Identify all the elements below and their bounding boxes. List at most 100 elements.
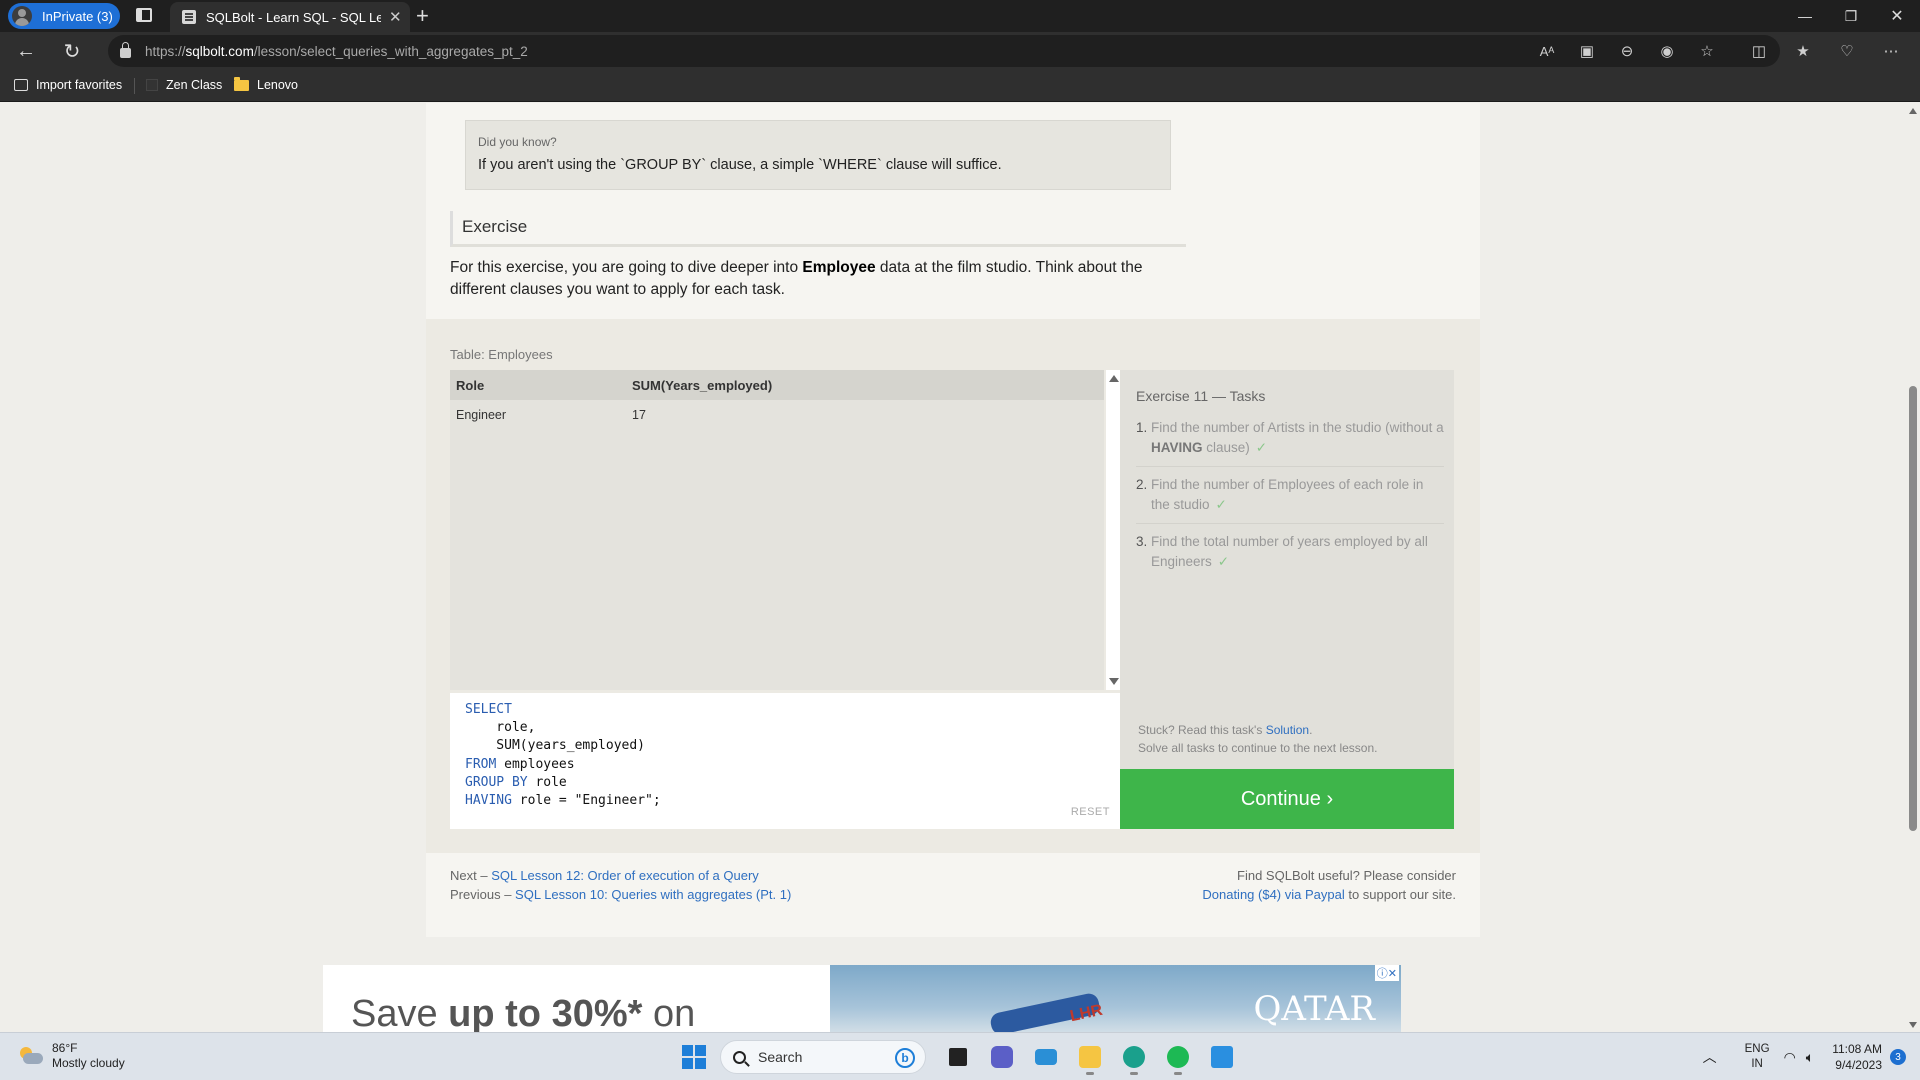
task-text: Find the number of Employees of each rol… — [1151, 477, 1424, 512]
notification-badge[interactable]: 3 — [1890, 1049, 1906, 1065]
table-cell: 17 — [632, 408, 646, 422]
taskbar-search[interactable]: Search b — [720, 1040, 926, 1074]
solve-all-note: Solve all tasks to continue to the next … — [1138, 741, 1378, 755]
ad-brand-logo: QATAR — [1253, 989, 1375, 1029]
stuck-help: Stuck? Read this task's Solution. Solve … — [1138, 723, 1378, 755]
minimize-button[interactable]: — — [1782, 0, 1828, 32]
vscode-icon[interactable] — [1204, 1039, 1240, 1075]
date: 9/4/2023 — [1835, 1058, 1882, 1072]
settings-more-icon[interactable]: ⋯ — [1880, 40, 1902, 62]
favorites-icon[interactable]: ★ — [1792, 40, 1814, 62]
url-domain: sqlbolt.com — [185, 43, 254, 59]
edge-browser-icon[interactable] — [1116, 1039, 1152, 1075]
clock[interactable]: 11:08 AM 9/4/2023 — [1832, 1041, 1882, 1073]
close-tab-icon[interactable]: ✕ — [389, 8, 402, 26]
tracking-prevention-icon[interactable]: ◉ — [1656, 40, 1678, 62]
new-tab-button[interactable]: + — [416, 3, 429, 29]
system-tray: ︿ ENG IN ◠ 🔈︎ 11:08 AM 9/4/2023 3 — [1703, 1033, 1920, 1080]
column-header: Role — [456, 377, 485, 393]
donate-note: Find SQLBolt useful? Please consider Don… — [1202, 868, 1456, 902]
lock-icon[interactable] — [120, 42, 131, 58]
browser-tab-bar: InPrivate (3) SQLBolt - Learn SQL - SQL … — [0, 0, 1920, 32]
table-row: Engineer 17 — [450, 400, 1104, 430]
favorite-label: Import favorites — [36, 78, 123, 92]
refresh-icon: ↻ — [63, 40, 81, 63]
partly-cloudy-icon — [18, 1046, 44, 1066]
next-lesson-link[interactable]: SQL Lesson 12: Order of execution of a Q… — [491, 868, 759, 883]
active-tab[interactable]: SQLBolt - Learn SQL - SQL Lesson ✕ — [170, 2, 410, 32]
search-placeholder: Search — [758, 1049, 803, 1065]
scroll-down-icon[interactable] — [1909, 1022, 1917, 1028]
favorites-divider — [134, 78, 135, 94]
inprivate-profile-button[interactable]: InPrivate (3) — [8, 3, 120, 29]
scroll-down-icon[interactable] — [1109, 678, 1119, 685]
time: 11:08 AM — [1832, 1042, 1882, 1056]
scroll-up-icon[interactable] — [1109, 375, 1119, 382]
advertisement-banner[interactable]: Save up to 30%* on LHR QATAR ⓘ✕ — [323, 965, 1401, 1032]
restore-button[interactable]: ❐ — [1828, 0, 1874, 32]
favorite-star-icon[interactable]: ☆ — [1696, 40, 1718, 62]
lesson-content: Did you know? If you aren't using the `G… — [426, 103, 1480, 937]
bing-icon[interactable]: b — [895, 1048, 915, 1068]
continue-button[interactable]: Continue › — [1120, 769, 1454, 829]
windows-start-icon[interactable] — [682, 1045, 706, 1069]
page-icon — [146, 79, 158, 91]
checkmark-icon: ✓ — [1255, 440, 1268, 455]
sql-editor[interactable]: SELECT role, SUM(years_employed) FROM em… — [450, 693, 1120, 829]
reset-button[interactable]: RESET — [1071, 803, 1110, 821]
task-item: 3. Find the total number of years employ… — [1136, 532, 1444, 580]
scroll-up-icon[interactable] — [1909, 108, 1917, 114]
url-prefix: https:// — [145, 43, 186, 59]
back-button[interactable]: ← — [10, 36, 42, 66]
refresh-button[interactable]: ↻ — [56, 36, 88, 66]
donate-link[interactable]: Donating ($4) via Paypal — [1202, 887, 1344, 902]
favorite-label: Lenovo — [257, 78, 299, 92]
address-bar[interactable]: https://sqlbolt.com/lesson/select_querie… — [108, 35, 1780, 67]
tab-actions-icon[interactable] — [136, 8, 152, 22]
split-screen-icon[interactable]: ◫ — [1748, 40, 1770, 62]
close-window-button[interactable]: ✕ — [1874, 0, 1920, 32]
browser-essentials-icon[interactable]: ♡ — [1836, 40, 1858, 62]
read-aloud-icon[interactable]: Aᴬ — [1536, 40, 1558, 62]
previous-lesson-link[interactable]: SQL Lesson 10: Queries with aggregates (… — [515, 887, 791, 902]
desktop-app-icon[interactable] — [1028, 1039, 1064, 1075]
task-view-icon[interactable] — [940, 1039, 976, 1075]
zoom-out-icon[interactable]: ⊖ — [1616, 40, 1638, 62]
table-cell: Engineer — [456, 408, 507, 422]
language-indicator[interactable]: ENG IN — [1745, 1042, 1770, 1072]
scrollbar-thumb[interactable] — [1909, 386, 1917, 831]
table-header-row: Role SUM(Years_employed) — [450, 370, 1104, 400]
weather-widget[interactable]: 86°F Mostly cloudy — [18, 1041, 125, 1071]
favorite-zen-class[interactable]: Zen Class — [146, 78, 222, 92]
immersive-reader-icon[interactable]: ▣ — [1576, 40, 1598, 62]
favorite-import[interactable]: Import favorites — [14, 78, 122, 92]
taskbar-apps: Search b — [682, 1039, 1244, 1075]
ad-choices-icon[interactable]: ⓘ✕ — [1374, 965, 1399, 981]
volume-icon[interactable]: 🔈︎ — [1806, 1049, 1814, 1066]
task-text: Find the number of Artists in the studio… — [1151, 420, 1444, 455]
tasks-title: Exercise 11 — Tasks — [1136, 388, 1266, 404]
chevron-up-icon[interactable]: ︿ — [1703, 1047, 1717, 1067]
page-scrollbar[interactable] — [1906, 103, 1920, 1032]
favorite-lenovo[interactable]: Lenovo — [234, 76, 299, 92]
url-path: /lesson/select_queries_with_aggregates_p… — [253, 43, 528, 59]
wifi-icon[interactable]: ◠ — [1784, 1049, 1796, 1066]
solution-link[interactable]: Solution — [1266, 723, 1309, 737]
did-you-know-title: Did you know? — [478, 135, 557, 149]
task-number: 2. — [1136, 477, 1148, 492]
did-you-know-text: If you aren't using the `GROUP BY` claus… — [478, 157, 1002, 173]
exercise-area: Table: Employees Role SUM(Years_employed… — [426, 319, 1480, 853]
spotify-icon[interactable] — [1160, 1039, 1196, 1075]
column-header: SUM(Years_employed) — [632, 377, 773, 393]
task-number: 3. — [1136, 534, 1148, 549]
checkmark-icon: ✓ — [1217, 554, 1230, 569]
profile-avatar-icon — [12, 6, 32, 26]
task-item: 1. Find the number of Artists in the stu… — [1136, 418, 1444, 467]
teams-chat-icon[interactable] — [984, 1039, 1020, 1075]
favorites-bar: Import favorites Zen Class Lenovo — [0, 70, 1920, 102]
ad-headline: Save up to 30%* on — [351, 993, 696, 1032]
file-explorer-icon[interactable] — [1072, 1039, 1108, 1075]
task-list: 1. Find the number of Artists in the stu… — [1136, 418, 1444, 588]
checkmark-icon: ✓ — [1215, 497, 1227, 512]
page-viewport: Did you know? If you aren't using the `G… — [0, 103, 1920, 1032]
